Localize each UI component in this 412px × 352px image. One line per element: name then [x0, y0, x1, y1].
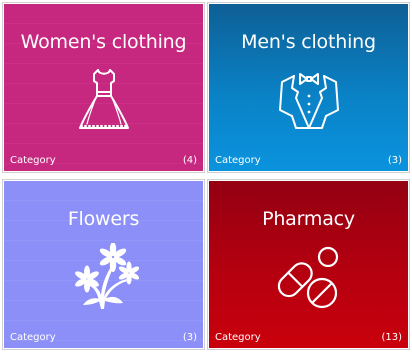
category-tile-grid: Women's clothing Category (4) Men's clot… [0, 0, 412, 352]
flowers-icon [69, 243, 139, 313]
tuxedo-icon [274, 66, 344, 136]
tile-item-count: (13) [381, 332, 402, 343]
tile-background: Men's clothing Category (3) [209, 4, 408, 171]
tile-item-count: (4) [182, 155, 197, 166]
tile-background: Women's clothing Category (4) [4, 4, 203, 171]
tile-title: Pharmacy [262, 208, 355, 230]
tile-category-label: Category [10, 155, 56, 166]
tile-item-count: (3) [182, 332, 197, 343]
category-tile-flowers[interactable]: Flowers Category (3) [2, 179, 205, 350]
category-tile-womens-clothing[interactable]: Women's clothing Category (4) [2, 2, 205, 173]
category-tile-mens-clothing[interactable]: Men's clothing Category (3) [207, 2, 410, 173]
tile-title: Women's clothing [20, 31, 187, 53]
dress-icon [69, 66, 139, 136]
tile-background: Flowers Category (3) [4, 181, 203, 348]
tile-category-label: Category [215, 155, 261, 166]
tile-item-count: (3) [387, 155, 402, 166]
tile-category-label: Category [215, 332, 261, 343]
category-tile-pharmacy[interactable]: Pharmacy Category (13) [207, 179, 410, 350]
tile-title: Flowers [67, 208, 140, 230]
tile-category-label: Category [10, 332, 56, 343]
tile-title: Men's clothing [241, 31, 376, 53]
tile-background: Pharmacy Category (13) [209, 181, 408, 348]
pills-icon [274, 243, 344, 313]
